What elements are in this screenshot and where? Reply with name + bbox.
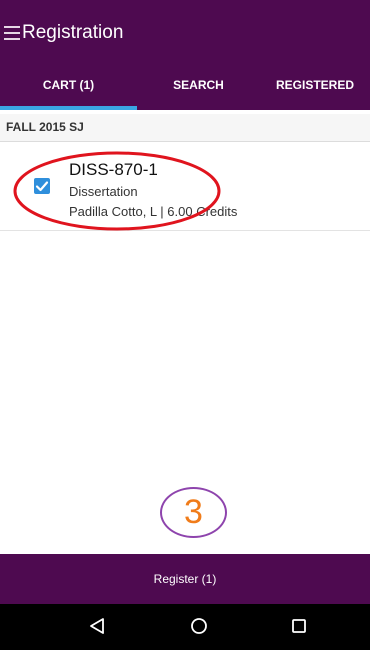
tab-bar: CART (1) SEARCH REGISTERED: [0, 66, 370, 110]
tab-search[interactable]: SEARCH: [137, 66, 260, 106]
back-icon[interactable]: [88, 617, 106, 635]
tab-cart[interactable]: CART (1): [0, 66, 137, 106]
step-number-badge: 3: [160, 487, 227, 538]
title-row: Registration: [0, 0, 370, 66]
home-icon[interactable]: [190, 617, 208, 635]
page-title: Registration: [22, 22, 124, 43]
tab-registered[interactable]: REGISTERED: [260, 66, 370, 106]
active-tab-indicator: [0, 106, 137, 110]
app-bar: Registration CART (1) SEARCH REGISTERED: [0, 0, 370, 110]
term-section-header: FALL 2015 SJ: [0, 114, 370, 142]
menu-icon[interactable]: [4, 26, 20, 40]
register-button-label: Register (1): [153, 572, 217, 586]
register-button[interactable]: Register (1): [0, 554, 370, 604]
term-title: FALL 2015 SJ: [6, 120, 84, 134]
highlight-ellipse-annotation: [13, 151, 221, 231]
recents-icon[interactable]: [290, 617, 308, 635]
android-navigation-bar: [0, 604, 370, 650]
